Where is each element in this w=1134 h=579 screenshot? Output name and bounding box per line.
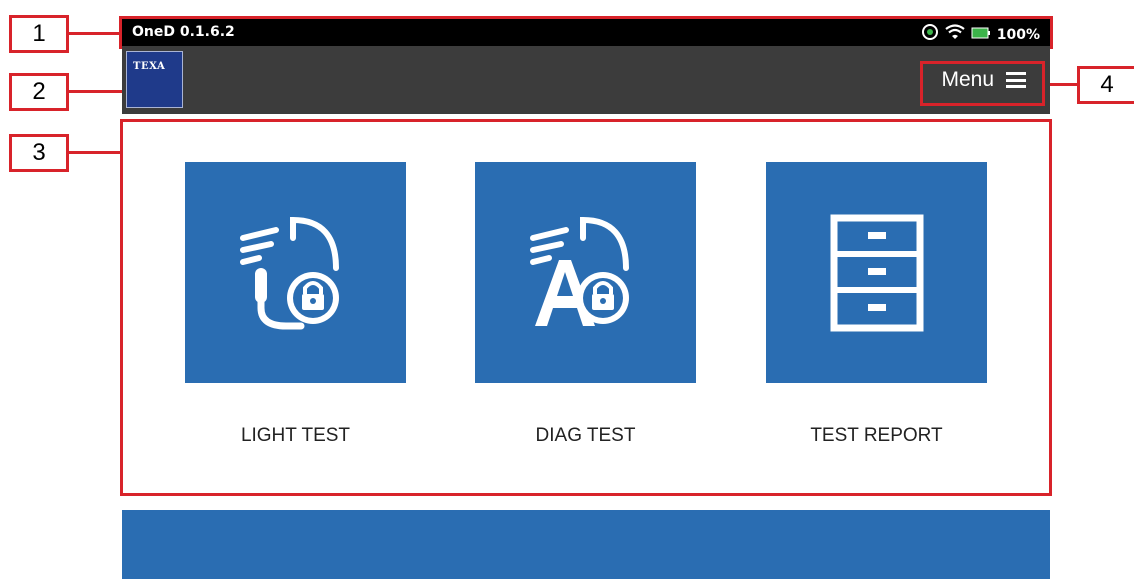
texa-logo[interactable]: TEXA <box>126 51 183 108</box>
test-report-tile[interactable] <box>766 162 987 383</box>
callout-1: 1 <box>9 15 69 53</box>
callout-3-line <box>69 151 121 154</box>
main-panel: LIGHT TEST DIAG TEST TEST REPORT <box>120 119 1052 496</box>
bottom-banner <box>122 510 1050 579</box>
menu-highlight <box>920 61 1045 106</box>
diag-test-icon <box>529 216 629 326</box>
cabinet-icon <box>830 214 923 331</box>
callout-3: 3 <box>9 134 69 172</box>
status-bar-highlight <box>119 16 1053 49</box>
test-report-label: TEST REPORT <box>810 425 943 446</box>
light-test-label: LIGHT TEST <box>240 425 351 446</box>
callout-1-line <box>69 32 122 35</box>
app-header: TEXA Menu <box>122 46 1050 114</box>
callout-2: 2 <box>9 73 69 111</box>
callout-2-line <box>69 90 122 93</box>
callout-4: 4 <box>1077 66 1134 104</box>
diag-test-tile[interactable] <box>475 162 696 383</box>
light-test-tile[interactable] <box>185 162 406 383</box>
logo-text: TEXA <box>133 61 166 72</box>
diag-test-label: DIAG TEST <box>535 425 636 446</box>
light-test-icon <box>239 216 339 329</box>
